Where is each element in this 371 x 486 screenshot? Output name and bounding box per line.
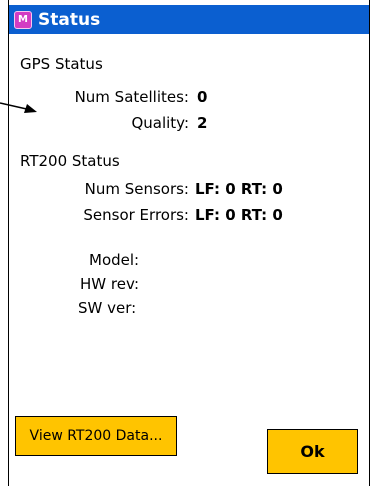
quality-label: Quality:	[131, 114, 189, 132]
view-rt200-data-button[interactable]: View RT200 Data...	[15, 416, 177, 456]
num-satellites-value: 0	[197, 88, 208, 106]
quality-value: 2	[197, 114, 208, 132]
num-satellites-label: Num Satellites:	[74, 88, 189, 106]
sensor-errors-label: Sensor Errors:	[83, 206, 189, 224]
gps-status-heading: GPS Status	[20, 55, 103, 73]
hw-rev-label: HW rev:	[80, 275, 140, 293]
num-sensors-value: LF: 0 RT: 0	[195, 180, 283, 198]
num-sensors-label: Num Sensors:	[84, 180, 189, 198]
rt200-status-heading: RT200 Status	[20, 152, 120, 170]
ok-button[interactable]: Ok	[267, 429, 358, 474]
sensor-errors-value: LF: 0 RT: 0	[195, 206, 283, 224]
window-title: Status	[38, 9, 101, 30]
sw-ver-label: SW ver:	[78, 299, 137, 317]
app-icon: M	[14, 10, 32, 29]
status-window: M Status GPS Status Num Satellites: 0 Qu…	[8, 0, 370, 486]
title-bar: M Status	[9, 5, 369, 34]
model-label: Model:	[89, 251, 140, 269]
